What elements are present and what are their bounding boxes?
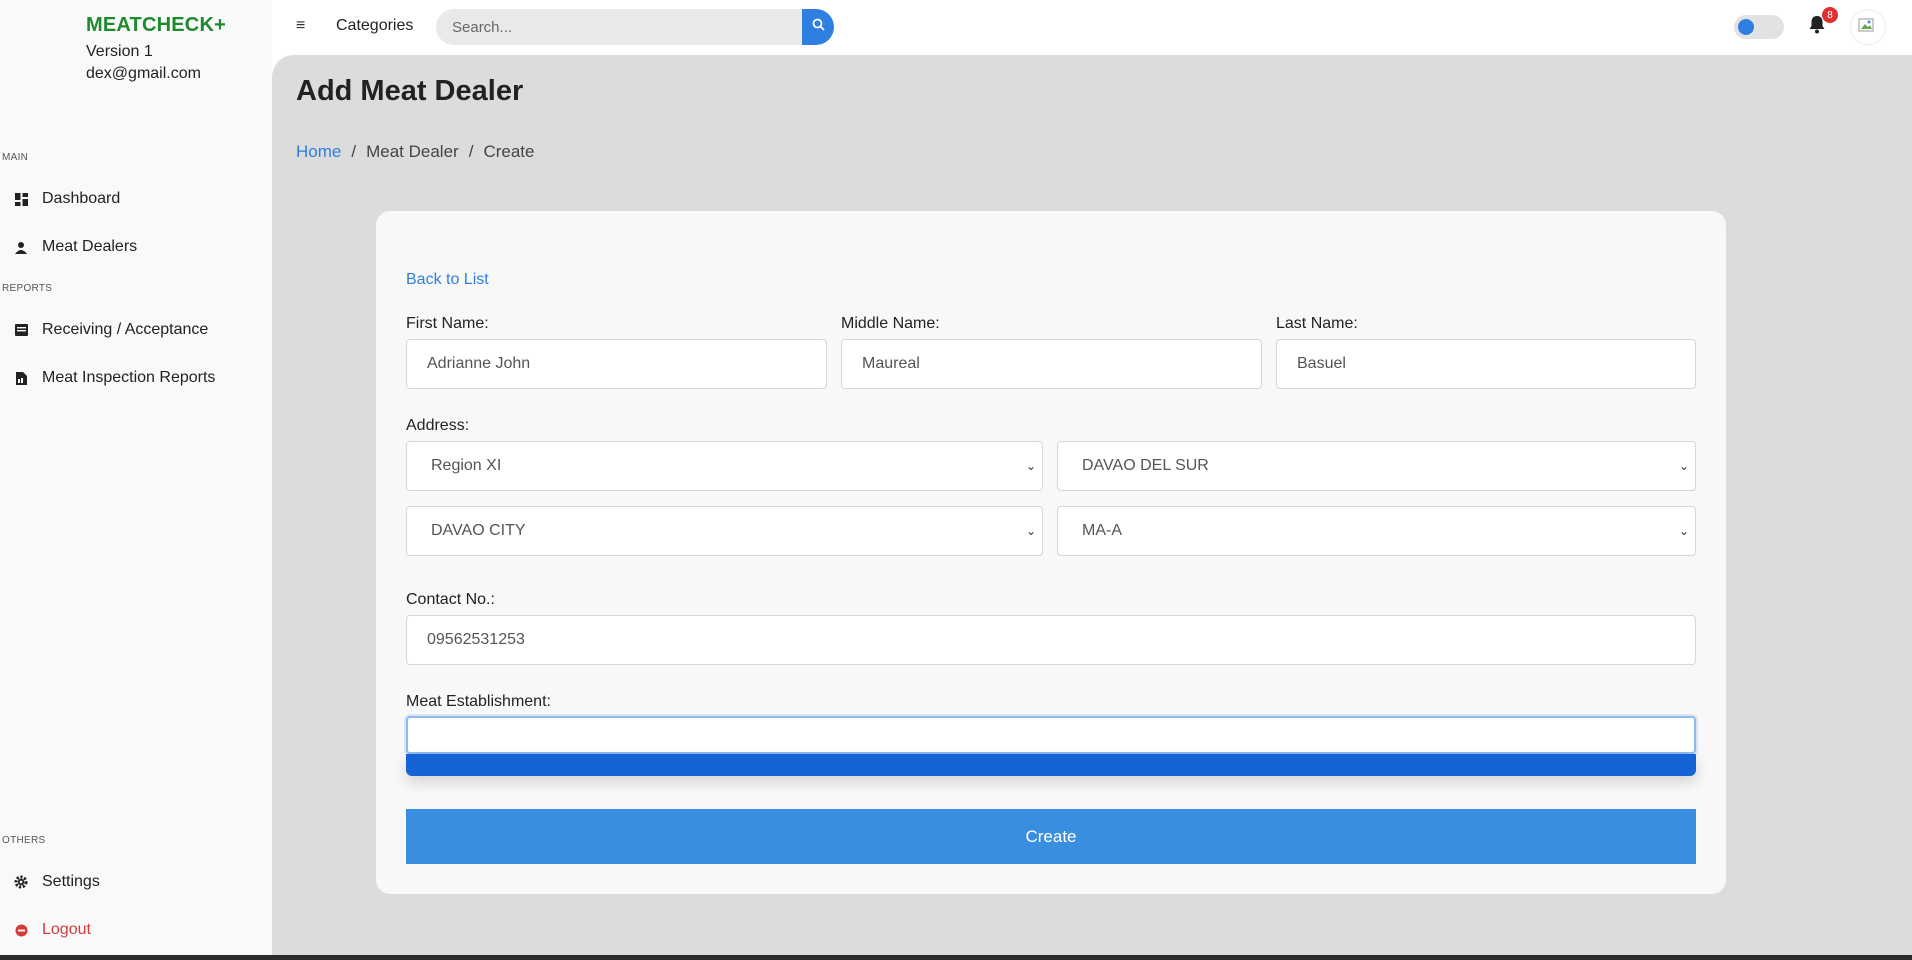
sidebar-item-logout[interactable]: Logout xyxy=(14,916,91,944)
gear-icon xyxy=(14,875,28,889)
sidebar-item-dashboard[interactable]: Dashboard xyxy=(14,185,120,213)
middle-name-field[interactable]: Maureal xyxy=(841,339,1262,389)
chevron-down-icon: ⌄ xyxy=(1678,459,1689,473)
user-email: dex@gmail.com xyxy=(86,65,201,82)
city-value: DAVAO CITY xyxy=(431,522,526,539)
establishment-dropdown-highlight[interactable] xyxy=(406,754,1696,776)
barangay-select[interactable]: MA-A ⌄ xyxy=(1057,506,1696,556)
document-icon xyxy=(14,371,28,385)
middle-name-label: Middle Name: xyxy=(841,315,940,332)
menu-icon[interactable]: ≡ xyxy=(296,17,305,35)
breadcrumb-separator: / xyxy=(351,142,357,161)
breadcrumb: Home / Meat Dealer / Create xyxy=(296,142,534,162)
dashboard-icon xyxy=(14,192,28,206)
sidebar: MEATCHECK+ Version 1 dex@gmail.com MAIN … xyxy=(0,0,272,960)
section-label-reports: REPORTS xyxy=(2,283,53,294)
province-value: DAVAO DEL SUR xyxy=(1082,457,1209,474)
chevron-down-icon: ⌄ xyxy=(1025,459,1036,473)
brand-block: MEATCHECK+ Version 1 dex@gmail.com xyxy=(86,14,226,83)
bottom-strip xyxy=(0,955,1912,960)
last-name-field[interactable]: Basuel xyxy=(1276,339,1696,389)
top-bar: ≡ Categories 8 xyxy=(272,0,1912,55)
barangay-value: MA-A xyxy=(1082,522,1122,539)
page-title: Add Meat Dealer xyxy=(296,75,524,107)
sidebar-item-inspection-reports[interactable]: Meat Inspection Reports xyxy=(14,364,215,392)
establishment-label: Meat Establishment: xyxy=(406,693,551,710)
logout-icon xyxy=(14,923,28,937)
sidebar-item-meat-dealers[interactable]: Meat Dealers xyxy=(14,233,137,261)
section-label-others: OTHERS xyxy=(2,835,46,846)
form-card: Back to List First Name: Adrianne John M… xyxy=(376,211,1726,894)
toggle-knob xyxy=(1738,19,1754,35)
breadcrumb-current: Create xyxy=(483,142,535,161)
user-icon xyxy=(14,240,28,254)
avatar[interactable] xyxy=(1850,9,1886,45)
create-button[interactable]: Create xyxy=(406,809,1696,864)
main-content: Add Meat Dealer Home / Meat Dealer / Cre… xyxy=(272,55,1912,955)
chevron-down-icon: ⌄ xyxy=(1025,524,1036,538)
establishment-input[interactable] xyxy=(406,716,1696,754)
city-select[interactable]: DAVAO CITY ⌄ xyxy=(406,506,1043,556)
list-icon xyxy=(14,323,28,337)
first-name-label: First Name: xyxy=(406,315,489,332)
section-label-main: MAIN xyxy=(2,152,29,163)
search-icon xyxy=(812,18,825,36)
region-value: Region XI xyxy=(431,457,502,474)
notification-badge: 8 xyxy=(1822,7,1838,23)
search-input[interactable] xyxy=(436,9,802,45)
breadcrumb-home-link[interactable]: Home xyxy=(296,142,341,162)
sidebar-item-label: Dashboard xyxy=(42,190,121,207)
contact-label: Contact No.: xyxy=(406,591,495,608)
sidebar-item-settings[interactable]: Settings xyxy=(14,868,100,896)
sidebar-item-label: Receiving / Acceptance xyxy=(42,321,209,338)
brand-version: Version 1 xyxy=(86,43,153,60)
contact-field[interactable]: 09562531253 xyxy=(406,615,1696,665)
province-select[interactable]: DAVAO DEL SUR ⌄ xyxy=(1057,441,1696,491)
last-name-label: Last Name: xyxy=(1276,315,1358,332)
first-name-field[interactable]: Adrianne John xyxy=(406,339,827,389)
categories-button[interactable]: Categories xyxy=(336,17,413,35)
region-select[interactable]: Region XI ⌄ xyxy=(406,441,1043,491)
chevron-down-icon: ⌄ xyxy=(1678,524,1689,538)
brand-title: MEATCHECK+ xyxy=(86,14,226,36)
theme-toggle[interactable] xyxy=(1734,15,1784,39)
sidebar-item-receiving[interactable]: Receiving / Acceptance xyxy=(14,316,208,344)
back-to-list-link[interactable]: Back to List xyxy=(406,271,489,289)
sidebar-item-label: Meat Dealers xyxy=(42,238,138,255)
sidebar-item-label: Meat Inspection Reports xyxy=(42,369,216,386)
search-button[interactable] xyxy=(802,9,834,45)
address-label: Address: xyxy=(406,417,470,434)
search-bar xyxy=(436,9,838,45)
breadcrumb-meat-dealer: Meat Dealer xyxy=(366,142,459,161)
breadcrumb-separator: / xyxy=(468,142,474,161)
sidebar-item-label: Logout xyxy=(42,921,91,938)
sidebar-item-label: Settings xyxy=(42,873,100,890)
